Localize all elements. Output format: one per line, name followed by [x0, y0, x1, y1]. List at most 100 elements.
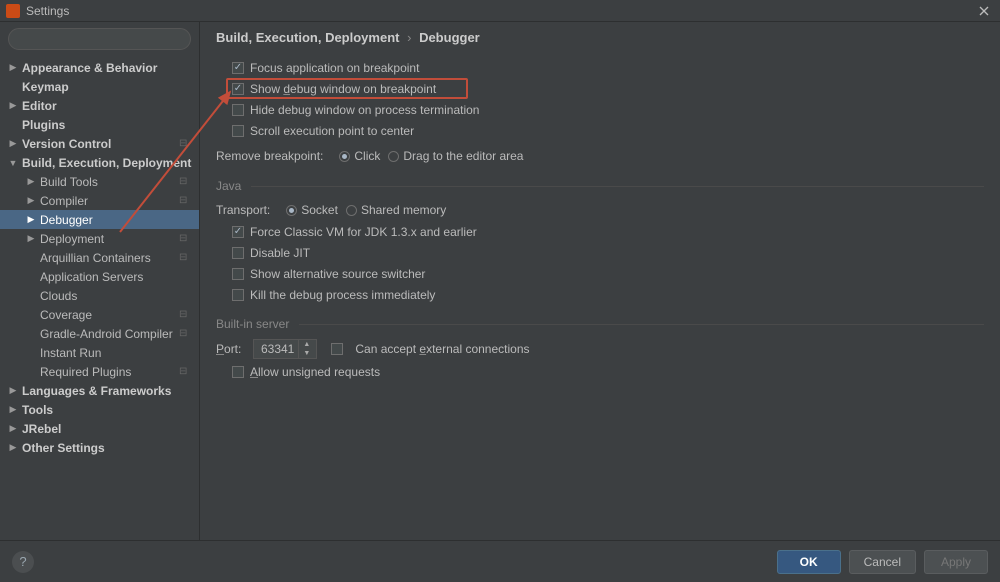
- option-label: Show debug window on breakpoint: [250, 82, 436, 96]
- chevron-right-icon: ▶: [8, 423, 18, 434]
- gear-icon: ⊟: [179, 233, 193, 244]
- option-scroll-execution-point[interactable]: Scroll execution point to center: [216, 120, 984, 141]
- sidebar-item-label: Required Plugins: [40, 365, 179, 379]
- checkbox-icon[interactable]: [331, 343, 343, 355]
- checkbox-icon[interactable]: [232, 268, 244, 280]
- breadcrumb-parent: Build, Execution, Deployment: [216, 30, 399, 45]
- option-label: Can accept external connections: [355, 342, 529, 356]
- chevron-right-icon: ▶: [8, 385, 18, 396]
- option-alt-source-switcher[interactable]: Show alternative source switcher: [216, 263, 984, 284]
- gear-icon: ⊟: [179, 328, 193, 339]
- chevron-right-icon: ▶: [26, 214, 36, 225]
- close-icon[interactable]: [974, 2, 994, 20]
- chevron-right-icon: ▶: [8, 138, 18, 149]
- radio-socket[interactable]: [286, 205, 297, 216]
- checkbox-icon[interactable]: [232, 226, 244, 238]
- sidebar-item-jrebel[interactable]: ▶JRebel: [0, 419, 199, 438]
- gear-icon: ⊟: [179, 309, 193, 320]
- content-panel: Build, Execution, Deployment › Debugger …: [200, 22, 1000, 540]
- checkbox-icon[interactable]: [232, 366, 244, 378]
- sidebar-item-keymap[interactable]: ▶Keymap: [0, 77, 199, 96]
- sidebar-item-label: Debugger: [40, 213, 199, 227]
- chevron-right-icon: ▶: [8, 442, 18, 453]
- radio-socket-label: Socket: [301, 203, 338, 217]
- option-show-debug-window[interactable]: Show debug window on breakpoint: [226, 78, 468, 99]
- checkbox-icon[interactable]: [232, 83, 244, 95]
- transport-label: Transport:: [216, 203, 270, 217]
- breadcrumb: Build, Execution, Deployment › Debugger: [216, 30, 984, 45]
- port-row: Port: ▲ ▼ Can accept external connection…: [216, 337, 984, 361]
- option-disable-jit[interactable]: Disable JIT: [216, 242, 984, 263]
- sidebar-item-required-plugins[interactable]: ▶Required Plugins⊟: [0, 362, 199, 381]
- radio-drag[interactable]: [388, 151, 399, 162]
- sidebar-item-label: Appearance & Behavior: [22, 61, 199, 75]
- option-label: Allow unsigned requests: [250, 365, 380, 379]
- checkbox-icon[interactable]: [232, 289, 244, 301]
- option-force-classic-vm[interactable]: Force Classic VM for JDK 1.3.x and earli…: [216, 221, 984, 242]
- sidebar-item-label: Clouds: [40, 289, 199, 303]
- remove-breakpoint-row: Remove breakpoint: Click Drag to the edi…: [216, 145, 984, 167]
- section-java: Java: [216, 179, 984, 193]
- sidebar-item-build-execution-deployment[interactable]: ▼Build, Execution, Deployment: [0, 153, 199, 172]
- sidebar-item-label: Compiler: [40, 194, 179, 208]
- sidebar-item-label: Languages & Frameworks: [22, 384, 199, 398]
- sidebar-item-label: Editor: [22, 99, 199, 113]
- port-spinner[interactable]: ▲ ▼: [253, 339, 317, 359]
- dialog-footer: ? OK Cancel Apply: [0, 540, 1000, 582]
- ok-button[interactable]: OK: [777, 550, 841, 574]
- checkbox-icon[interactable]: [232, 62, 244, 74]
- sidebar-item-coverage[interactable]: ▶Coverage⊟: [0, 305, 199, 324]
- settings-tree: ▶Appearance & Behavior▶Keymap▶Editor▶Plu…: [0, 56, 199, 540]
- gear-icon: ⊟: [179, 195, 193, 206]
- option-label: Hide debug window on process termination: [250, 103, 479, 117]
- radio-click[interactable]: [339, 151, 350, 162]
- sidebar-item-arquillian-containers[interactable]: ▶Arquillian Containers⊟: [0, 248, 199, 267]
- sidebar-item-label: Instant Run: [40, 346, 199, 360]
- section-label: Built-in server: [216, 317, 289, 331]
- sidebar-item-clouds[interactable]: ▶Clouds: [0, 286, 199, 305]
- sidebar-item-plugins[interactable]: ▶Plugins: [0, 115, 199, 134]
- sidebar-item-debugger[interactable]: ▶ Debugger: [0, 210, 199, 229]
- port-input[interactable]: [254, 342, 298, 356]
- spinner-up-icon[interactable]: ▲: [299, 340, 314, 349]
- option-label: Focus application on breakpoint: [250, 61, 419, 75]
- sidebar-item-label: Version Control: [22, 137, 179, 151]
- sidebar-item-appearance-behavior[interactable]: ▶ Appearance & Behavior: [0, 58, 199, 77]
- apply-button[interactable]: Apply: [924, 550, 988, 574]
- checkbox-icon[interactable]: [232, 104, 244, 116]
- sidebar-item-build-tools[interactable]: ▶Build Tools⊟: [0, 172, 199, 191]
- option-allow-unsigned[interactable]: Allow unsigned requests: [216, 361, 984, 382]
- gear-icon: ⊟: [179, 366, 193, 377]
- app-icon: [6, 4, 20, 18]
- divider: [251, 186, 984, 187]
- sidebar-item-editor[interactable]: ▶Editor: [0, 96, 199, 115]
- sidebar-item-version-control[interactable]: ▶ Version Control⊟: [0, 134, 199, 153]
- sidebar-item-application-servers[interactable]: ▶Application Servers: [0, 267, 199, 286]
- radio-shared-memory-label: Shared memory: [361, 203, 446, 217]
- sidebar-item-instant-run[interactable]: ▶Instant Run: [0, 343, 199, 362]
- help-button[interactable]: ?: [12, 551, 34, 573]
- sidebar-item-deployment[interactable]: ▶Deployment⊟: [0, 229, 199, 248]
- option-focus-on-breakpoint[interactable]: Focus application on breakpoint: [216, 57, 984, 78]
- transport-row: Transport: Socket Shared memory: [216, 199, 984, 221]
- sidebar-item-gradle-android-compiler[interactable]: ▶Gradle-Android Compiler⊟: [0, 324, 199, 343]
- sidebar-item-label: Plugins: [22, 118, 199, 132]
- spinner-down-icon[interactable]: ▼: [299, 349, 314, 358]
- option-kill-debug-process[interactable]: Kill the debug process immediately: [216, 284, 984, 305]
- sidebar-item-tools[interactable]: ▶Tools: [0, 400, 199, 419]
- sidebar-item-other-settings[interactable]: ▶Other Settings: [0, 438, 199, 457]
- sidebar-item-languages-frameworks[interactable]: ▶ Languages & Frameworks: [0, 381, 199, 400]
- sidebar-item-compiler[interactable]: ▶Compiler⊟: [0, 191, 199, 210]
- option-hide-debug-window[interactable]: Hide debug window on process termination: [216, 99, 984, 120]
- gear-icon: ⊟: [179, 138, 193, 149]
- chevron-right-icon: ▶: [8, 62, 18, 73]
- cancel-button[interactable]: Cancel: [849, 550, 916, 574]
- gear-icon: ⊟: [179, 176, 193, 187]
- checkbox-icon[interactable]: [232, 125, 244, 137]
- search-input[interactable]: [8, 28, 191, 50]
- gear-icon: ⊟: [179, 252, 193, 263]
- option-label: Show alternative source switcher: [250, 267, 425, 281]
- checkbox-icon[interactable]: [232, 247, 244, 259]
- port-label: Port:: [216, 342, 241, 356]
- radio-shared-memory[interactable]: [346, 205, 357, 216]
